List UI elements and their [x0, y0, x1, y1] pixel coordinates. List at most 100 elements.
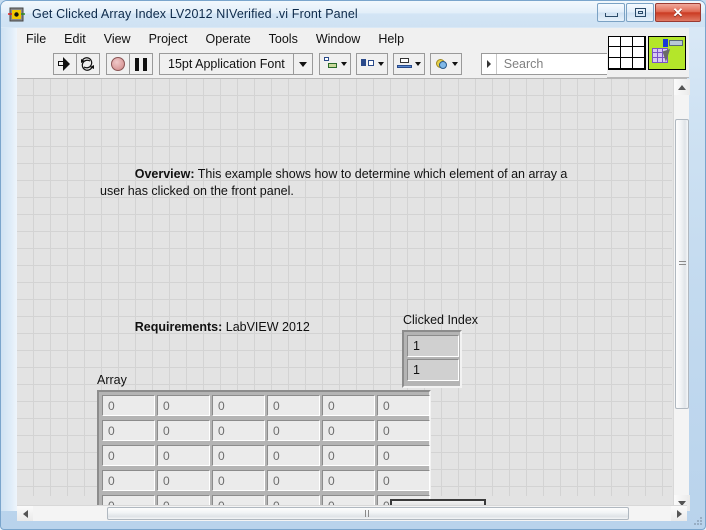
font-selector-label: 15pt Application Font	[168, 57, 285, 71]
horizontal-scroll-thumb[interactable]	[107, 507, 629, 520]
reorder-objects-icon	[434, 57, 450, 71]
close-button[interactable]: ✕	[655, 3, 701, 22]
resize-objects-icon	[396, 57, 413, 71]
reorder-objects-button[interactable]	[429, 53, 462, 75]
chevron-down-icon	[377, 62, 384, 66]
clicked-index-label: Clicked Index	[403, 313, 479, 327]
array-cell[interactable]: 0	[157, 470, 210, 491]
text-spacer-1	[100, 251, 590, 268]
labview-vi-icon	[8, 6, 25, 23]
chevron-down-icon	[340, 62, 347, 66]
array-cell[interactable]: 0	[212, 395, 265, 416]
abort-execution-icon	[111, 57, 125, 71]
horizontal-scrollbar[interactable]	[17, 505, 687, 521]
scroll-up-arrow-icon	[678, 84, 686, 90]
array-cell[interactable]: 0	[157, 445, 210, 466]
vi-icon-array-cursor[interactable]	[648, 35, 686, 70]
connector-pane-area	[607, 28, 689, 78]
pause-icon	[135, 57, 147, 71]
vi-icon-flag	[663, 38, 668, 47]
array-label: Array	[97, 373, 127, 387]
run-button[interactable]	[53, 53, 77, 75]
array-cell[interactable]: 0	[322, 470, 375, 491]
array-cell[interactable]: 0	[322, 420, 375, 441]
font-selector[interactable]: 15pt Application Font	[159, 53, 313, 75]
array-cell[interactable]: 0	[377, 445, 430, 466]
menu-item-help[interactable]: Help	[369, 30, 413, 49]
close-icon: ✕	[672, 5, 684, 20]
align-objects-icon	[323, 57, 339, 71]
run-continuously-button[interactable]	[76, 53, 100, 75]
requirements-text: LabVIEW 2012	[222, 320, 310, 334]
array-cell[interactable]: 0	[267, 420, 320, 441]
chevron-down-icon	[298, 61, 307, 67]
clicked-index-row-value: 1	[407, 335, 459, 357]
menu-item-edit[interactable]: Edit	[55, 30, 95, 49]
maximize-icon	[634, 8, 646, 17]
scroll-up-button[interactable]	[674, 79, 690, 95]
array-cell[interactable]: 0	[322, 395, 375, 416]
application-window: Get Clicked Array Index LV2012 NIVerifie…	[0, 0, 706, 530]
toolbar: 15pt Application Font Search ?	[17, 50, 687, 79]
scroll-right-arrow-icon	[676, 509, 682, 518]
array-cell[interactable]: 0	[377, 420, 430, 441]
array-cell[interactable]: 0	[267, 470, 320, 491]
run-arrow-icon	[57, 57, 73, 71]
array-cell[interactable]: 0	[322, 445, 375, 466]
overview-paragraph: Overview: This example shows how to dete…	[100, 149, 590, 217]
array-cell[interactable]: 0	[102, 395, 155, 416]
menu-bar: File Edit View Project Operate Tools Win…	[17, 28, 687, 51]
distribute-objects-button[interactable]	[355, 53, 388, 75]
vertical-scrollbar[interactable]	[673, 79, 690, 511]
resize-grip[interactable]	[693, 517, 702, 526]
array-cell[interactable]: 0	[377, 395, 430, 416]
maximize-button[interactable]	[626, 3, 654, 22]
array-cell[interactable]: 0	[157, 395, 210, 416]
vi-icon-tag	[669, 39, 683, 46]
array-cell[interactable]: 0	[212, 420, 265, 441]
menu-item-tools[interactable]: Tools	[260, 30, 307, 49]
connector-pane[interactable]	[608, 35, 646, 70]
array-cell[interactable]: 0	[267, 395, 320, 416]
chevron-down-icon	[414, 62, 421, 66]
minimize-button[interactable]	[597, 3, 625, 22]
array-control[interactable]: 000000000000000000000000000000000000	[97, 390, 431, 511]
vertical-scroll-thumb[interactable]	[675, 119, 689, 409]
menu-item-view[interactable]: View	[95, 30, 140, 49]
array-grid: 000000000000000000000000000000000000	[102, 395, 430, 511]
requirements-paragraph: Requirements: LabVIEW 2012	[100, 302, 590, 353]
array-cell[interactable]: 0	[377, 470, 430, 491]
array-cell[interactable]: 0	[102, 420, 155, 441]
scroll-left-arrow-icon	[22, 509, 28, 518]
front-panel-canvas[interactable]: Overview: This example shows how to dete…	[17, 79, 672, 511]
menu-item-project[interactable]: Project	[140, 30, 197, 49]
menu-item-operate[interactable]: Operate	[196, 30, 259, 49]
front-panel-viewport: Overview: This example shows how to dete…	[17, 79, 687, 511]
requirements-label: Requirements:	[134, 320, 223, 334]
array-cell[interactable]: 0	[157, 420, 210, 441]
search-input[interactable]: Search	[497, 57, 606, 71]
overview-label: Overview:	[134, 167, 195, 181]
title-bar[interactable]: Get Clicked Array Index LV2012 NIVerifie…	[1, 1, 705, 27]
vi-icon-cursor	[662, 48, 674, 62]
chevron-down-icon	[451, 62, 458, 66]
scroll-right-button[interactable]	[671, 506, 687, 521]
align-objects-button[interactable]	[318, 53, 351, 75]
menu-item-window[interactable]: Window	[307, 30, 369, 49]
array-cell[interactable]: 0	[102, 470, 155, 491]
distribute-objects-icon	[360, 57, 376, 71]
array-cell[interactable]: 0	[102, 445, 155, 466]
font-selector-dropdown[interactable]	[292, 54, 312, 74]
menu-item-file[interactable]: File	[17, 30, 55, 49]
pause-button[interactable]	[129, 53, 153, 75]
array-cell[interactable]: 0	[212, 445, 265, 466]
clicked-index-col-value: 1	[407, 359, 459, 381]
window-controls: ✕	[596, 3, 701, 22]
clicked-index-indicator: 1 1	[402, 330, 462, 388]
search-scope-arrow[interactable]	[482, 54, 497, 74]
array-cell[interactable]: 0	[267, 445, 320, 466]
abort-execution-button[interactable]	[106, 53, 130, 75]
scroll-left-button[interactable]	[17, 506, 33, 521]
resize-objects-button[interactable]	[392, 53, 425, 75]
array-cell[interactable]: 0	[212, 470, 265, 491]
